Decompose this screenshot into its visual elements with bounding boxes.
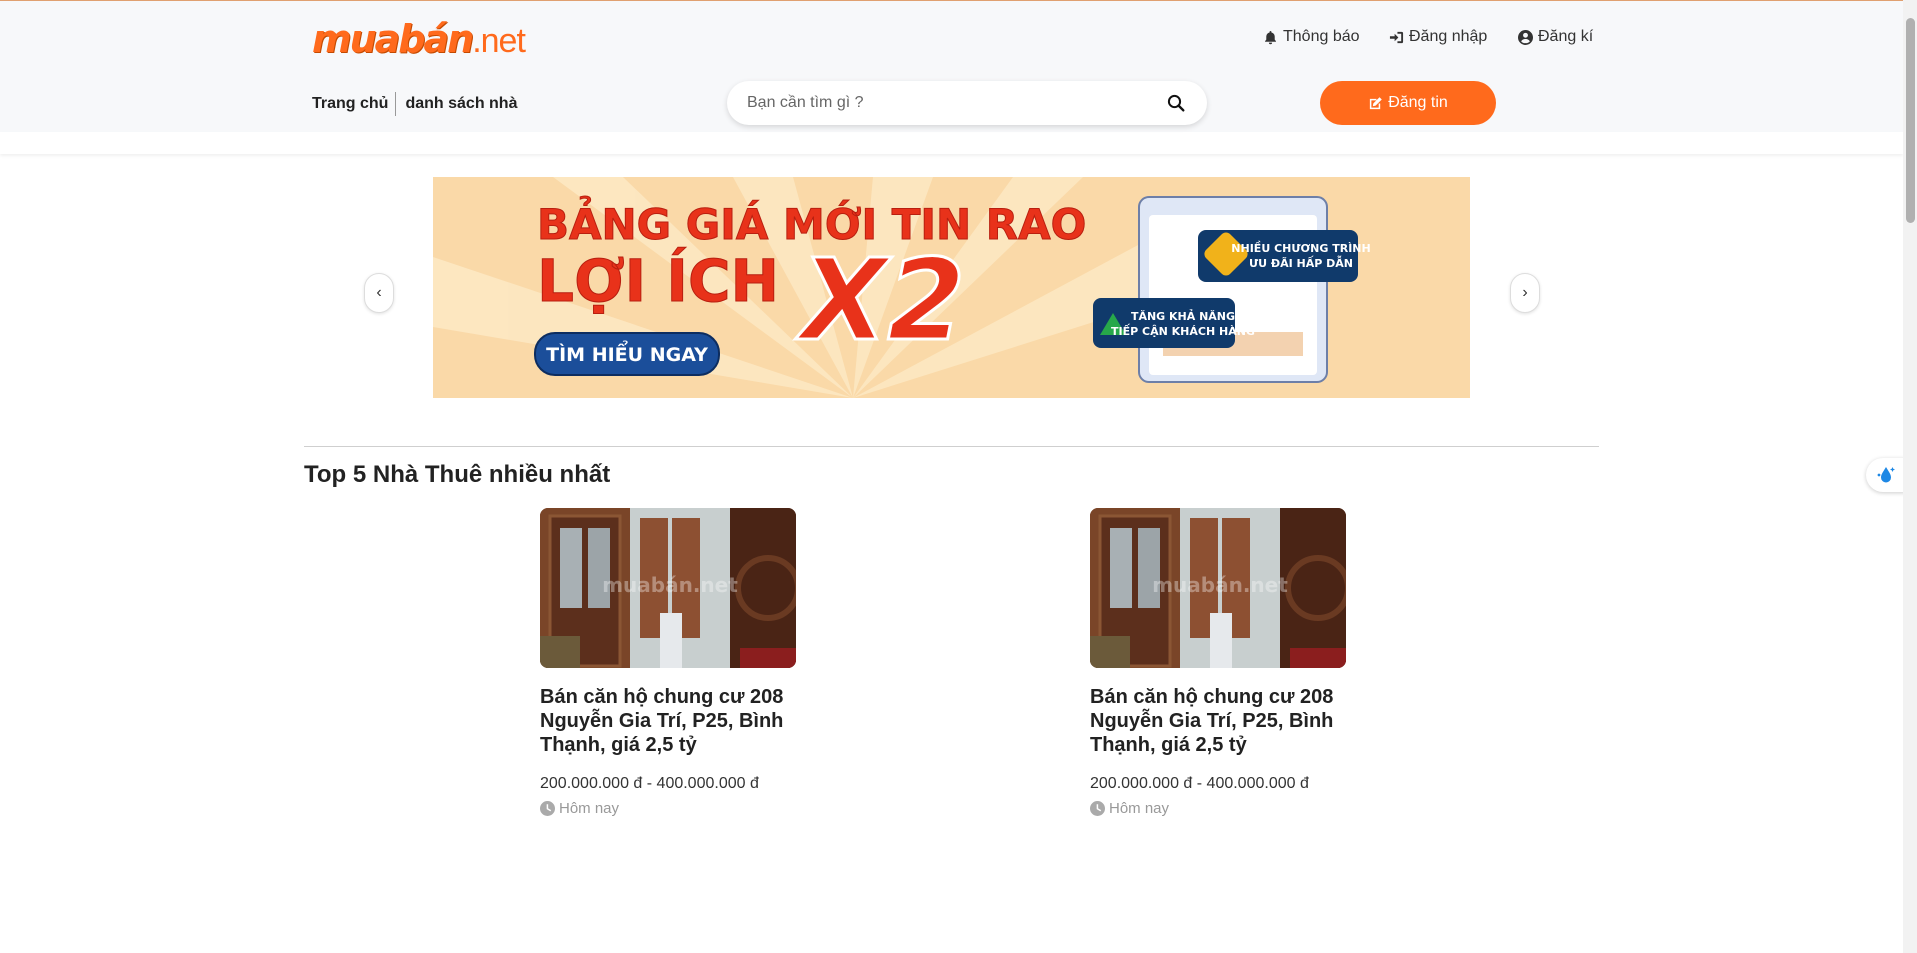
register-link[interactable]: Đăng kí — [1518, 25, 1593, 49]
listing-photo[interactable]: muabán.net — [1090, 508, 1346, 668]
chevron-right-icon: › — [1522, 284, 1528, 301]
register-label: Đăng kí — [1538, 28, 1594, 45]
promo-banner[interactable]: BẢNG GIÁ MỚI TIN RAO LỢI ÍCH X2 TÌM HIỂU… — [433, 177, 1470, 398]
listing-price: 200.000.000 đ - 400.000.000 đ — [540, 775, 759, 792]
banner-multiplier: X2 — [795, 236, 965, 366]
listing-time-label: Hôm nay — [559, 800, 620, 817]
floating-widget-button[interactable] — [1866, 458, 1906, 492]
listing-title[interactable]: Bán căn hộ chung cư 208 Nguyễn Gia Trí, … — [540, 685, 790, 757]
section-divider — [304, 446, 1599, 447]
section-title: Top 5 Nhà Thuê nhiều nhất — [304, 461, 611, 488]
badge-1-line-2: ƯU ĐÃI HẤP DẪN — [1249, 255, 1353, 270]
listing-photo[interactable]: muabán.net — [540, 508, 796, 668]
badge-2-line-2: TIẾP CẬN KHÁCH HÀNG — [1111, 323, 1255, 338]
user-circle-icon — [1518, 29, 1533, 45]
carousel-next-button[interactable]: › — [1510, 273, 1540, 313]
main-nav: Trang chủ danh sách nhà — [312, 91, 517, 117]
login-link[interactable]: Đăng nhập — [1389, 25, 1487, 49]
badge-2-line-1: TĂNG KHẢ NĂNG — [1131, 309, 1235, 323]
logo-suffix-text: .net — [472, 22, 526, 60]
bell-icon — [1265, 30, 1276, 44]
notifications-link[interactable]: Thông báo — [1263, 25, 1360, 49]
nav-house-list[interactable]: danh sách nhà — [405, 95, 517, 113]
listing-time-label: Hôm nay — [1109, 800, 1170, 817]
clock-icon — [540, 801, 555, 816]
post-listing-button[interactable]: Đăng tin — [1320, 81, 1496, 125]
site-logo[interactable]: muabán.net — [312, 17, 526, 61]
chevron-left-icon: ‹ — [376, 284, 382, 301]
login-label: Đăng nhập — [1409, 28, 1488, 45]
nav-home[interactable]: Trang chủ — [312, 95, 388, 113]
listing-time: Hôm nay — [1090, 800, 1350, 817]
listing-price: 200.000.000 đ - 400.000.000 đ — [1090, 775, 1309, 792]
listing-time: Hôm nay — [540, 800, 800, 817]
clock-icon — [1090, 801, 1105, 816]
promo-banner-art: BẢNG GIÁ MỚI TIN RAO LỢI ÍCH X2 TÌM HIỂU… — [433, 177, 1470, 398]
listing-photo-art: muabán.net — [1090, 508, 1346, 668]
post-listing-label: Đăng tin — [1388, 94, 1448, 111]
listing-photo-art: muabán.net — [540, 508, 796, 668]
listing-photo-watermark: muabán.net — [602, 573, 738, 597]
search-icon[interactable] — [1167, 94, 1185, 112]
search-input[interactable] — [747, 81, 1147, 125]
sign-in-icon — [1389, 31, 1404, 43]
carousel-prev-button[interactable]: ‹ — [364, 273, 394, 313]
badge-1-line-1: NHIỀU CHƯƠNG TRÌNH — [1231, 241, 1370, 255]
search-box — [727, 81, 1207, 125]
banner-headline-2: LỢI ÍCH — [537, 246, 779, 315]
listing-title[interactable]: Bán căn hộ chung cư 208 Nguyễn Gia Trí, … — [1090, 685, 1340, 757]
edit-icon — [1370, 96, 1382, 109]
scrollbar-thumb[interactable] — [1906, 18, 1915, 223]
header-bottom-band — [0, 132, 1903, 154]
listing-photo-watermark: muabán.net — [1152, 573, 1288, 597]
banner-cta: TÌM HIỂU NGAY — [546, 340, 708, 366]
notifications-label: Thông báo — [1283, 28, 1360, 45]
listing-card[interactable]: muabán.net Bán căn hộ chung cư 208 Nguyễ… — [540, 508, 800, 817]
listing-card[interactable]: muabán.net Bán căn hộ chung cư 208 Nguyễ… — [1090, 508, 1350, 817]
water-drop-icon — [1877, 467, 1895, 483]
nav-separator — [395, 92, 397, 116]
logo-main-text: muabán — [312, 17, 474, 61]
